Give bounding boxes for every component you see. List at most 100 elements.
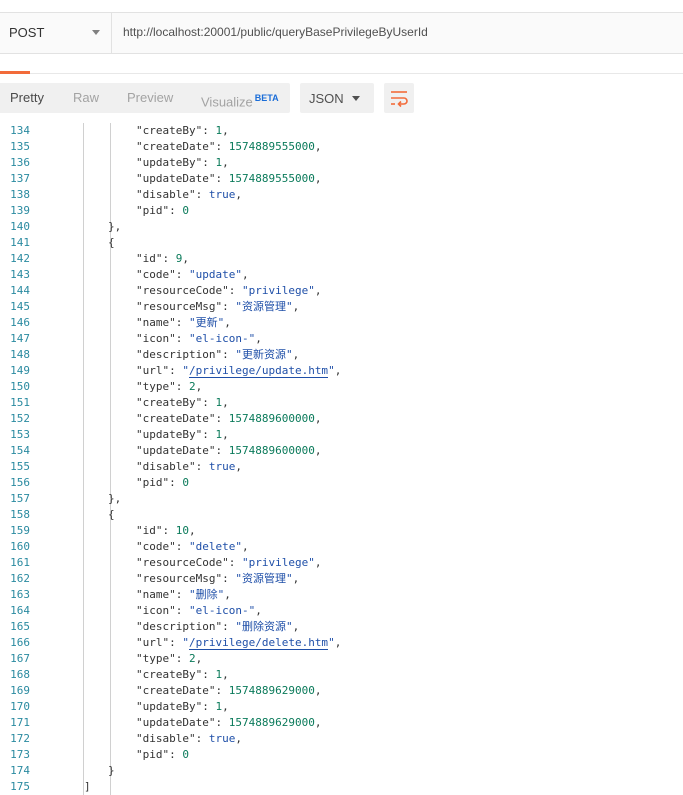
- code-token: ,: [224, 588, 231, 601]
- code-token: ,: [292, 348, 300, 361]
- code-text: "resourceMsg": "资源管理",: [136, 299, 299, 315]
- code-line: 141 {: [0, 235, 683, 251]
- code-token: 1574889600000: [228, 412, 315, 425]
- code-token: ": [182, 636, 189, 649]
- code-token: "privilege": [241, 284, 315, 297]
- method-dropdown[interactable]: POST: [0, 13, 112, 53]
- code-text: "id": 9,: [136, 251, 189, 267]
- code-token: },: [108, 220, 122, 233]
- line-number: 156: [10, 476, 30, 489]
- code-text: {: [108, 235, 115, 251]
- url-input[interactable]: http://localhost:20001/public/queryBaseP…: [123, 25, 428, 39]
- code-text: "createBy": 1,: [136, 123, 229, 139]
- code-text: "icon": "el-icon-",: [136, 603, 262, 619]
- code-line: 155 "disable": true,: [0, 459, 683, 475]
- line-number: 148: [10, 348, 30, 361]
- tab-raw[interactable]: Raw: [63, 83, 109, 113]
- code-token: 0: [182, 476, 189, 489]
- code-token: "createDate":: [136, 684, 229, 697]
- line-number: 174: [10, 764, 30, 777]
- code-token: ,: [222, 700, 229, 713]
- code-token: ": [328, 636, 335, 649]
- code-token: "icon":: [136, 332, 189, 345]
- code-line: 150 "type": 2,: [0, 379, 683, 395]
- code-token: "createBy":: [136, 124, 216, 137]
- response-body[interactable]: 134 "createBy": 1, 135 "createDate": 157488…: [0, 123, 683, 795]
- tab-preview[interactable]: Preview: [117, 83, 183, 113]
- code-text: "resourceMsg": "资源管理",: [136, 571, 299, 587]
- code-text: "type": 2,: [136, 379, 202, 395]
- line-number: 164: [10, 604, 30, 617]
- code-token: "updateDate":: [136, 444, 229, 457]
- wrap-lines-button[interactable]: [384, 83, 414, 113]
- code-token: "createDate":: [136, 140, 229, 153]
- code-token: "resourceMsg":: [136, 572, 236, 585]
- code-token: ,: [189, 524, 196, 537]
- wrap-lines-icon: [391, 91, 408, 108]
- code-text: "code": "delete",: [136, 539, 249, 555]
- line-number: 136: [10, 156, 30, 169]
- code-line: 148 "description": "更新资源",: [0, 347, 683, 363]
- code-token: ,: [292, 572, 300, 585]
- tab-visualize-label: Visualize: [201, 94, 253, 110]
- code-token: "pid":: [136, 204, 183, 217]
- code-token: "pid":: [136, 476, 183, 489]
- code-line: 174}: [0, 763, 683, 779]
- code-line: 149 "url": "/privilege/update.htm",: [0, 363, 683, 379]
- code-line: 153 "updateBy": 1,: [0, 427, 683, 443]
- url-link[interactable]: /privilege/update.htm: [188, 364, 329, 378]
- line-number: 151: [10, 396, 30, 409]
- code-token: "updateBy":: [136, 428, 216, 441]
- code-token: "pid":: [136, 748, 183, 761]
- code-token: 1574889600000: [228, 444, 315, 457]
- code-token: true: [208, 732, 236, 745]
- code-token: 1574889555000: [228, 140, 315, 153]
- code-line: 146 "name": "更新",: [0, 315, 683, 331]
- code-token: "id":: [136, 252, 176, 265]
- code-line: 145 "resourceMsg": "资源管理",: [0, 299, 683, 315]
- line-number: 141: [10, 236, 30, 249]
- code-text: "updateDate": 1574889555000,: [136, 171, 321, 187]
- code-line: 143 "code": "update",: [0, 267, 683, 283]
- code-line: 156 "pid": 0: [0, 475, 683, 491]
- code-token: "type":: [136, 652, 189, 665]
- code-line: 152 "createDate": 1574889600000,: [0, 411, 683, 427]
- code-text: "updateBy": 1,: [136, 427, 229, 443]
- code-text: "description": "删除资源",: [136, 619, 299, 635]
- url-link[interactable]: /privilege/delete.htm: [188, 636, 329, 650]
- code-token: ,: [314, 444, 322, 457]
- code-token: "disable":: [136, 188, 209, 201]
- code-token: "更新资源": [235, 348, 293, 361]
- line-number: 175: [10, 780, 30, 793]
- line-number: 150: [10, 380, 30, 393]
- code-line: 137 "updateDate": 1574889555000,: [0, 171, 683, 187]
- code-line: 170 "updateBy": 1,: [0, 699, 683, 715]
- format-dropdown[interactable]: JSON: [300, 83, 374, 113]
- code-text: "pid": 0: [136, 747, 189, 763]
- line-number: 140: [10, 220, 30, 233]
- code-token: "updateBy":: [136, 700, 216, 713]
- tab-pretty[interactable]: Pretty: [0, 83, 54, 113]
- code-line: 173 "pid": 0: [0, 747, 683, 763]
- code-token: "删除": [188, 588, 225, 601]
- line-number: 159: [10, 524, 30, 537]
- code-text: "updateDate": 1574889629000,: [136, 715, 321, 731]
- code-token: }: [108, 764, 115, 777]
- tab-visualize[interactable]: Visualize BETA: [191, 83, 289, 113]
- code-token: "code":: [136, 540, 189, 553]
- line-number: 142: [10, 252, 30, 265]
- code-token: ,: [195, 652, 203, 665]
- line-number: 172: [10, 732, 30, 745]
- code-token: },: [108, 492, 122, 505]
- line-number: 155: [10, 460, 30, 473]
- code-line: 134 "createBy": 1,: [0, 123, 683, 139]
- code-text: "icon": "el-icon-",: [136, 331, 262, 347]
- code-token: "资源管理": [235, 300, 293, 313]
- code-token: ,: [222, 124, 229, 137]
- code-token: 1574889629000: [228, 684, 315, 697]
- code-text: "createDate": 1574889629000,: [136, 683, 321, 699]
- line-number: 144: [10, 284, 30, 297]
- code-text: {: [108, 507, 115, 523]
- line-number: 166: [10, 636, 30, 649]
- code-token: "createBy":: [136, 668, 216, 681]
